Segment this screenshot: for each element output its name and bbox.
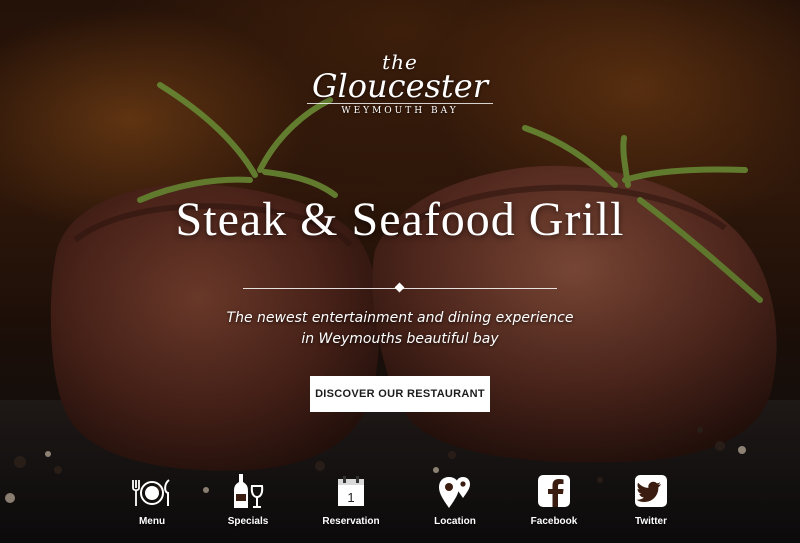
nav-label-twitter: Twitter xyxy=(634,516,668,527)
nav-label-specials: Specials xyxy=(227,516,269,527)
hero-tagline: The newest entertainment and dining expe… xyxy=(0,308,800,350)
logo-subtitle: WEYMOUTH BAY xyxy=(341,106,459,116)
nav-label-menu: Menu xyxy=(138,516,166,527)
wine-icon xyxy=(234,474,264,508)
nav-item-facebook[interactable]: Facebook xyxy=(504,470,604,536)
calendar-icon: 1 xyxy=(338,476,364,506)
nav-item-menu[interactable]: Menu xyxy=(102,470,202,536)
tagline-line-1: The newest entertainment and dining expe… xyxy=(226,310,574,326)
bottom-nav: Menu Specials 1 Reservation Location Fac… xyxy=(0,470,800,543)
discover-restaurant-button[interactable]: DISCOVER OUR RESTAURANT xyxy=(310,376,490,412)
nav-label-reservation: Reservation xyxy=(322,516,380,527)
calendar-day-number: 1 xyxy=(347,490,354,505)
nav-item-location[interactable]: Location xyxy=(405,470,505,536)
restaurant-logo[interactable]: the Gloucester WEYMOUTH BAY xyxy=(0,52,800,116)
nav-item-reservation[interactable]: 1 Reservation xyxy=(301,470,401,536)
nav-label-location: Location xyxy=(434,516,476,527)
nav-item-specials[interactable]: Specials xyxy=(198,470,298,536)
hero-divider xyxy=(243,282,557,293)
twitter-icon xyxy=(635,475,667,507)
logo-name: Gloucester xyxy=(311,67,489,105)
tagline-line-2: in Weymouths beautiful bay xyxy=(301,331,499,347)
plate-cutlery-icon xyxy=(132,479,170,506)
map-pin-icon xyxy=(439,477,470,508)
hero-headline: Steak & Seafood Grill xyxy=(175,193,625,246)
nav-item-twitter[interactable]: Twitter xyxy=(601,470,701,536)
facebook-icon xyxy=(538,475,570,507)
nav-label-facebook: Facebook xyxy=(530,516,578,527)
